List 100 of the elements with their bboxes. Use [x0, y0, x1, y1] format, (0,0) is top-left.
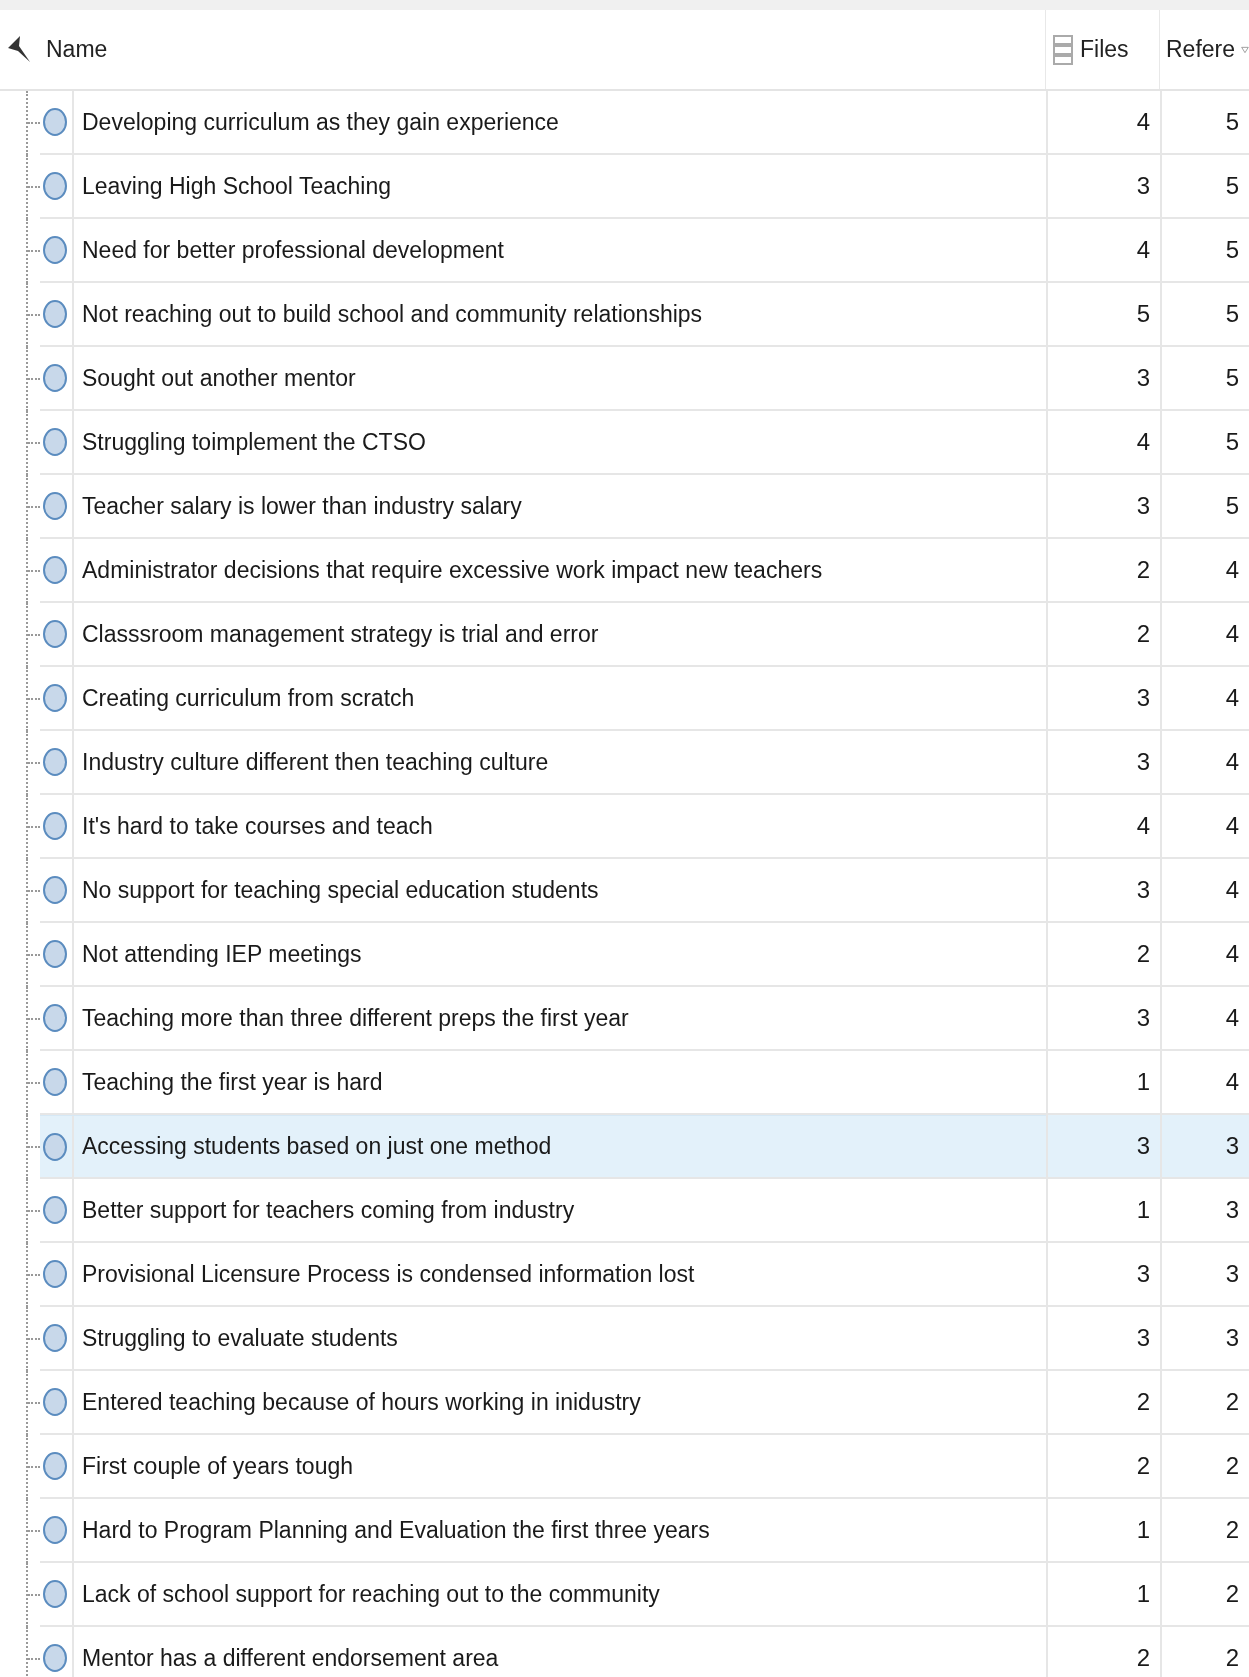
- table-cell: 4: [1160, 795, 1249, 859]
- table-cell: Need for better professional development: [82, 236, 504, 264]
- column-header[interactable]: Name: [40, 10, 1046, 89]
- table-row[interactable]: Accessing students based on just one method: [40, 1115, 1046, 1179]
- table-cell: 3: [1160, 1179, 1249, 1243]
- table-cell: 3: [1046, 1307, 1160, 1371]
- table-row[interactable]: Sought out another mentor: [40, 347, 1046, 411]
- table-row[interactable]: Not reaching out to build school and community relationships: [40, 283, 1046, 347]
- table-row[interactable]: It's hard to take courses and teach: [40, 795, 1046, 859]
- table-cell: 3: [1046, 667, 1160, 731]
- table-cell: Lack of school support for reaching out to the community: [82, 1580, 660, 1608]
- table-cell: No support for teaching special education students: [82, 876, 599, 904]
- node-icon: [42, 1259, 68, 1289]
- table-cell: Better support for teachers coming from industry: [82, 1196, 575, 1224]
- table-row[interactable]: Provisional Licensure Process is condensed information lost: [40, 1243, 1046, 1307]
- table-cell: 3: [1046, 155, 1160, 219]
- table-cell: 4: [1160, 987, 1249, 1051]
- table-cell: 4: [1160, 539, 1249, 603]
- node-icon: [42, 1323, 68, 1353]
- node-icon: [42, 1451, 68, 1481]
- table-row[interactable]: Administrator decisions that require excessive work impact new teachers: [40, 539, 1046, 603]
- table-cell: 4: [1046, 411, 1160, 475]
- table-row[interactable]: No support for teaching special education students: [40, 859, 1046, 923]
- table-cell: 4: [1160, 859, 1249, 923]
- table-row[interactable]: Struggling toimplement the CTSO: [40, 411, 1046, 475]
- table-cell: 1: [1046, 1499, 1160, 1563]
- node-icon: [42, 107, 68, 137]
- node-icon: [42, 747, 68, 777]
- table-cell: 3: [1046, 987, 1160, 1051]
- table-cell: 5: [1160, 219, 1249, 283]
- table-row[interactable]: Need for better professional development: [40, 219, 1046, 283]
- table-row[interactable]: Teacher salary is lower than industry salary: [40, 475, 1046, 539]
- table-cell: 2: [1046, 539, 1160, 603]
- table-cell: 1: [1046, 1179, 1160, 1243]
- table-row[interactable]: Better support for teachers coming from industry: [40, 1179, 1046, 1243]
- table-row[interactable]: Leaving High School Teaching: [40, 155, 1046, 219]
- table-cell: 2: [1046, 1371, 1160, 1435]
- table-cell: 2: [1046, 1435, 1160, 1499]
- table-cell: Developing curriculum as they gain experience: [82, 108, 559, 136]
- table-row[interactable]: Hard to Program Planning and Evaluation the first three years: [40, 1499, 1046, 1563]
- table-cell: 4: [1160, 923, 1249, 987]
- table-cell: 3: [1160, 1243, 1249, 1307]
- table-cell: Teaching more than three different preps the first year: [82, 1004, 629, 1032]
- table-cell: It's hard to take courses and teach: [82, 812, 433, 840]
- table-cell: Creating curriculum from scratch: [82, 684, 415, 712]
- table-cell: 3: [1046, 347, 1160, 411]
- node-icon: [42, 299, 68, 329]
- table-cell: Not attending IEP meetings: [82, 940, 362, 968]
- table-cell: 4: [1160, 667, 1249, 731]
- table-cell: 3: [1046, 859, 1160, 923]
- table-cell: 3: [1046, 731, 1160, 795]
- table-row[interactable]: Classsroom management strategy is trial and error: [40, 603, 1046, 667]
- node-icon: [42, 1003, 68, 1033]
- table-row[interactable]: Lack of school support for reaching out to the community: [40, 1563, 1046, 1627]
- table-cell: First couple of years tough: [82, 1452, 354, 1480]
- table-cell: 3: [1160, 1307, 1249, 1371]
- node-icon: [42, 555, 68, 585]
- table-row[interactable]: First couple of years tough: [40, 1435, 1046, 1499]
- table-cell: 2: [1160, 1371, 1249, 1435]
- node-icon: [42, 1131, 68, 1162]
- table-cell: 2: [1160, 1435, 1249, 1499]
- table-cell: 5: [1160, 283, 1249, 347]
- column-header[interactable]: Files: [1080, 36, 1129, 63]
- table-cell: Provisional Licensure Process is condensed information lost: [82, 1260, 695, 1288]
- table-cell: Industry culture different then teaching culture: [82, 748, 549, 776]
- node-icon: [42, 619, 68, 649]
- node-icon: [42, 491, 68, 521]
- column-header[interactable]: Refere: [1166, 36, 1236, 63]
- node-icon: [42, 1387, 68, 1417]
- node-icon: [42, 1195, 68, 1225]
- table-cell: 3: [1160, 1115, 1249, 1179]
- table-cell: Accessing students based on just one method: [82, 1133, 552, 1160]
- table-row[interactable]: Creating curriculum from scratch: [40, 667, 1046, 731]
- table-cell: 4: [1160, 603, 1249, 667]
- node-icon: [42, 1067, 68, 1097]
- table-cell: Administrator decisions that require excessive work impact new teachers: [82, 556, 823, 584]
- table-row[interactable]: Teaching the first year is hard: [40, 1051, 1046, 1115]
- node-icon: [42, 235, 68, 265]
- node-icon: [42, 1579, 68, 1609]
- table-cell: Mentor has a different endorsement area: [82, 1644, 499, 1672]
- table-row[interactable]: Entered teaching because of hours working in inidustry: [40, 1371, 1046, 1435]
- node-icon: [42, 171, 68, 201]
- node-icon: [42, 683, 68, 713]
- table-cell: Entered teaching because of hours working in inidustry: [82, 1388, 641, 1416]
- table-cell: Teacher salary is lower than industry salary: [82, 492, 522, 520]
- table-row[interactable]: Industry culture different then teaching culture: [40, 731, 1046, 795]
- table-cell: 5: [1046, 283, 1160, 347]
- table-cell: 5: [1160, 411, 1249, 475]
- table-row[interactable]: Not attending IEP meetings: [40, 923, 1046, 987]
- table-cell: 1: [1046, 1051, 1160, 1115]
- table-cell: 5: [1160, 91, 1249, 155]
- table-row[interactable]: Struggling to evaluate students: [40, 1307, 1046, 1371]
- table-cell: 4: [1160, 731, 1249, 795]
- table-row[interactable]: Developing curriculum as they gain experience: [40, 91, 1046, 155]
- table-row[interactable]: Teaching more than three different preps the first year: [40, 987, 1046, 1051]
- table-cell: Teaching the first year is hard: [82, 1068, 383, 1096]
- table-cell: 3: [1046, 1243, 1160, 1307]
- table-cell: 2: [1046, 603, 1160, 667]
- table-cell: 5: [1160, 475, 1249, 539]
- table-cell: Struggling toimplement the CTSO: [82, 428, 426, 456]
